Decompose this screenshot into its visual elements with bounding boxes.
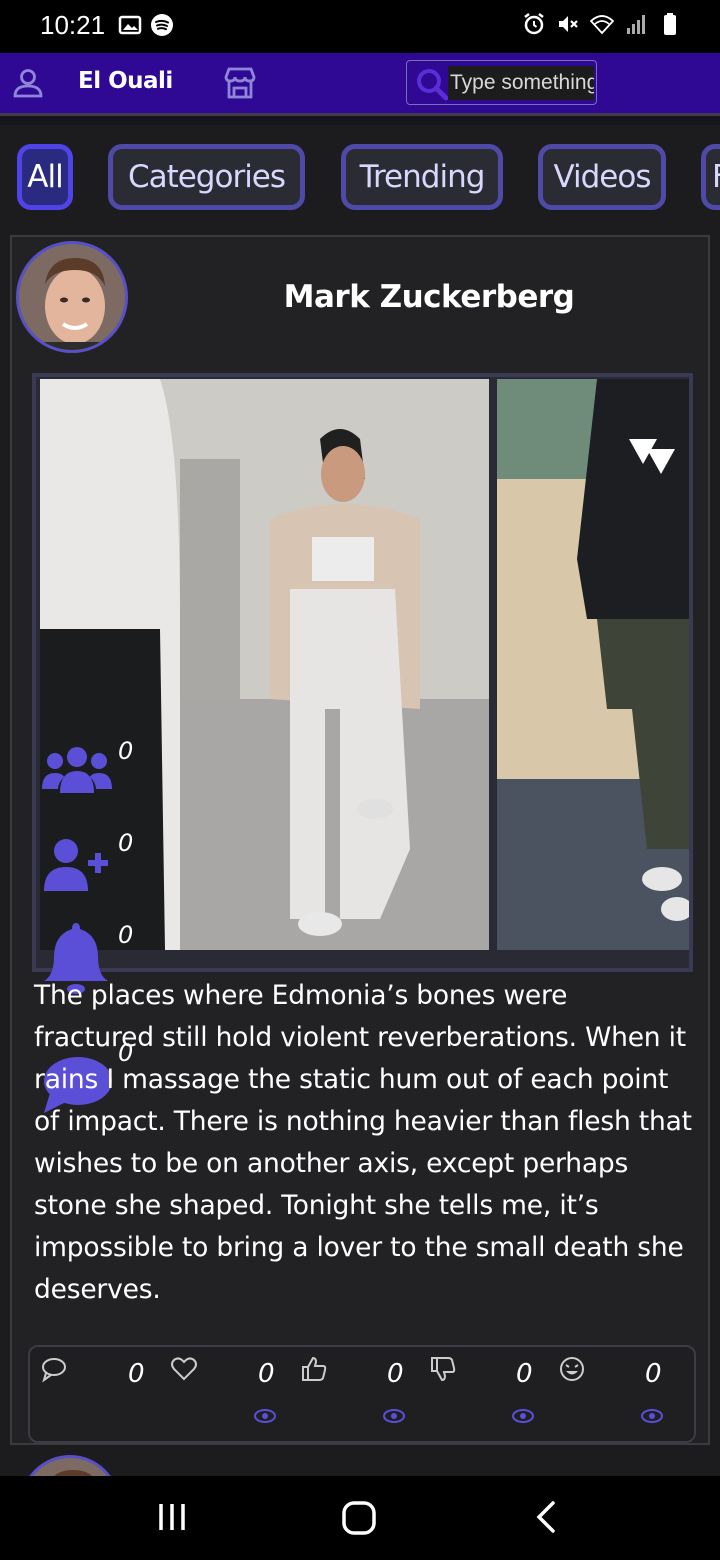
author-avatar[interactable] [16, 241, 128, 353]
group-count: 0 [118, 737, 134, 765]
tab-videos[interactable]: Videos [538, 144, 666, 210]
thumbs-up-icon[interactable] [300, 1355, 328, 1383]
post-card: Mark Zuckerberg 0 0 0 0 The places where… [10, 235, 710, 1445]
post-text: The places where Edmonia’s bones were fr… [34, 980, 692, 1305]
status-time: 10:21 [40, 10, 106, 40]
comment-icon[interactable] [40, 1355, 68, 1383]
search-box[interactable] [406, 60, 597, 105]
store-icon[interactable] [222, 66, 258, 100]
thumbs-down-stat: 0 [516, 1359, 533, 1389]
eye-icon [512, 1409, 534, 1423]
wifi-icon [590, 15, 614, 35]
eye-icon [254, 1409, 276, 1423]
author-name[interactable]: Mark Zuckerberg [212, 279, 646, 315]
tab-categories[interactable]: Categories [108, 144, 305, 210]
tab-all[interactable]: All [17, 144, 73, 210]
system-nav-bar [0, 1476, 720, 1560]
tab-trending[interactable]: Trending [341, 144, 503, 210]
add-user-count: 0 [118, 829, 134, 857]
eye-icon [641, 1409, 663, 1423]
back-icon[interactable] [534, 1500, 558, 1534]
signal-icon [627, 15, 645, 34]
spotify-icon [151, 14, 173, 36]
header-divider [0, 113, 720, 125]
status-left-icons [118, 13, 174, 37]
comment-stat: 0 [128, 1359, 145, 1389]
post-image-2[interactable] [497, 379, 689, 950]
avatar-photo [23, 1458, 117, 1476]
recent-apps-icon[interactable] [156, 1500, 188, 1534]
add-user-icon[interactable] [42, 837, 112, 893]
status-bar: 10:21 [0, 0, 720, 53]
app-header: El Ouali [0, 53, 720, 113]
thumbs-down-icon[interactable] [429, 1355, 457, 1383]
next-post-avatar[interactable] [20, 1455, 120, 1476]
feed[interactable]: All Categories Trending Videos F Mark Zu… [0, 125, 720, 1476]
battery-icon [664, 13, 676, 35]
eye-icon [383, 1409, 405, 1423]
home-icon[interactable] [341, 1500, 377, 1536]
media-carousel[interactable] [32, 373, 693, 972]
heart-stat: 0 [258, 1359, 275, 1389]
profile-icon[interactable] [12, 67, 44, 99]
notification-count: 0 [118, 921, 134, 949]
laugh-stat: 0 [645, 1359, 662, 1389]
category-tabs: All Categories Trending Videos F [17, 144, 720, 210]
thumbs-up-stat: 0 [387, 1359, 404, 1389]
gallery-icon [118, 15, 142, 35]
avatar-photo [19, 244, 125, 350]
reactions-bar: 0 0 0 0 0 [28, 1345, 696, 1443]
tab-more[interactable]: F [701, 144, 720, 210]
search-input[interactable] [448, 66, 594, 100]
mute-icon [559, 16, 578, 32]
alarm-icon [524, 13, 544, 35]
status-right-icons [522, 12, 682, 36]
group-icon[interactable] [42, 745, 112, 795]
user-name[interactable]: El Ouali [78, 68, 173, 94]
laugh-icon[interactable] [558, 1355, 586, 1383]
heart-icon[interactable] [170, 1355, 198, 1383]
search-icon [417, 69, 449, 101]
